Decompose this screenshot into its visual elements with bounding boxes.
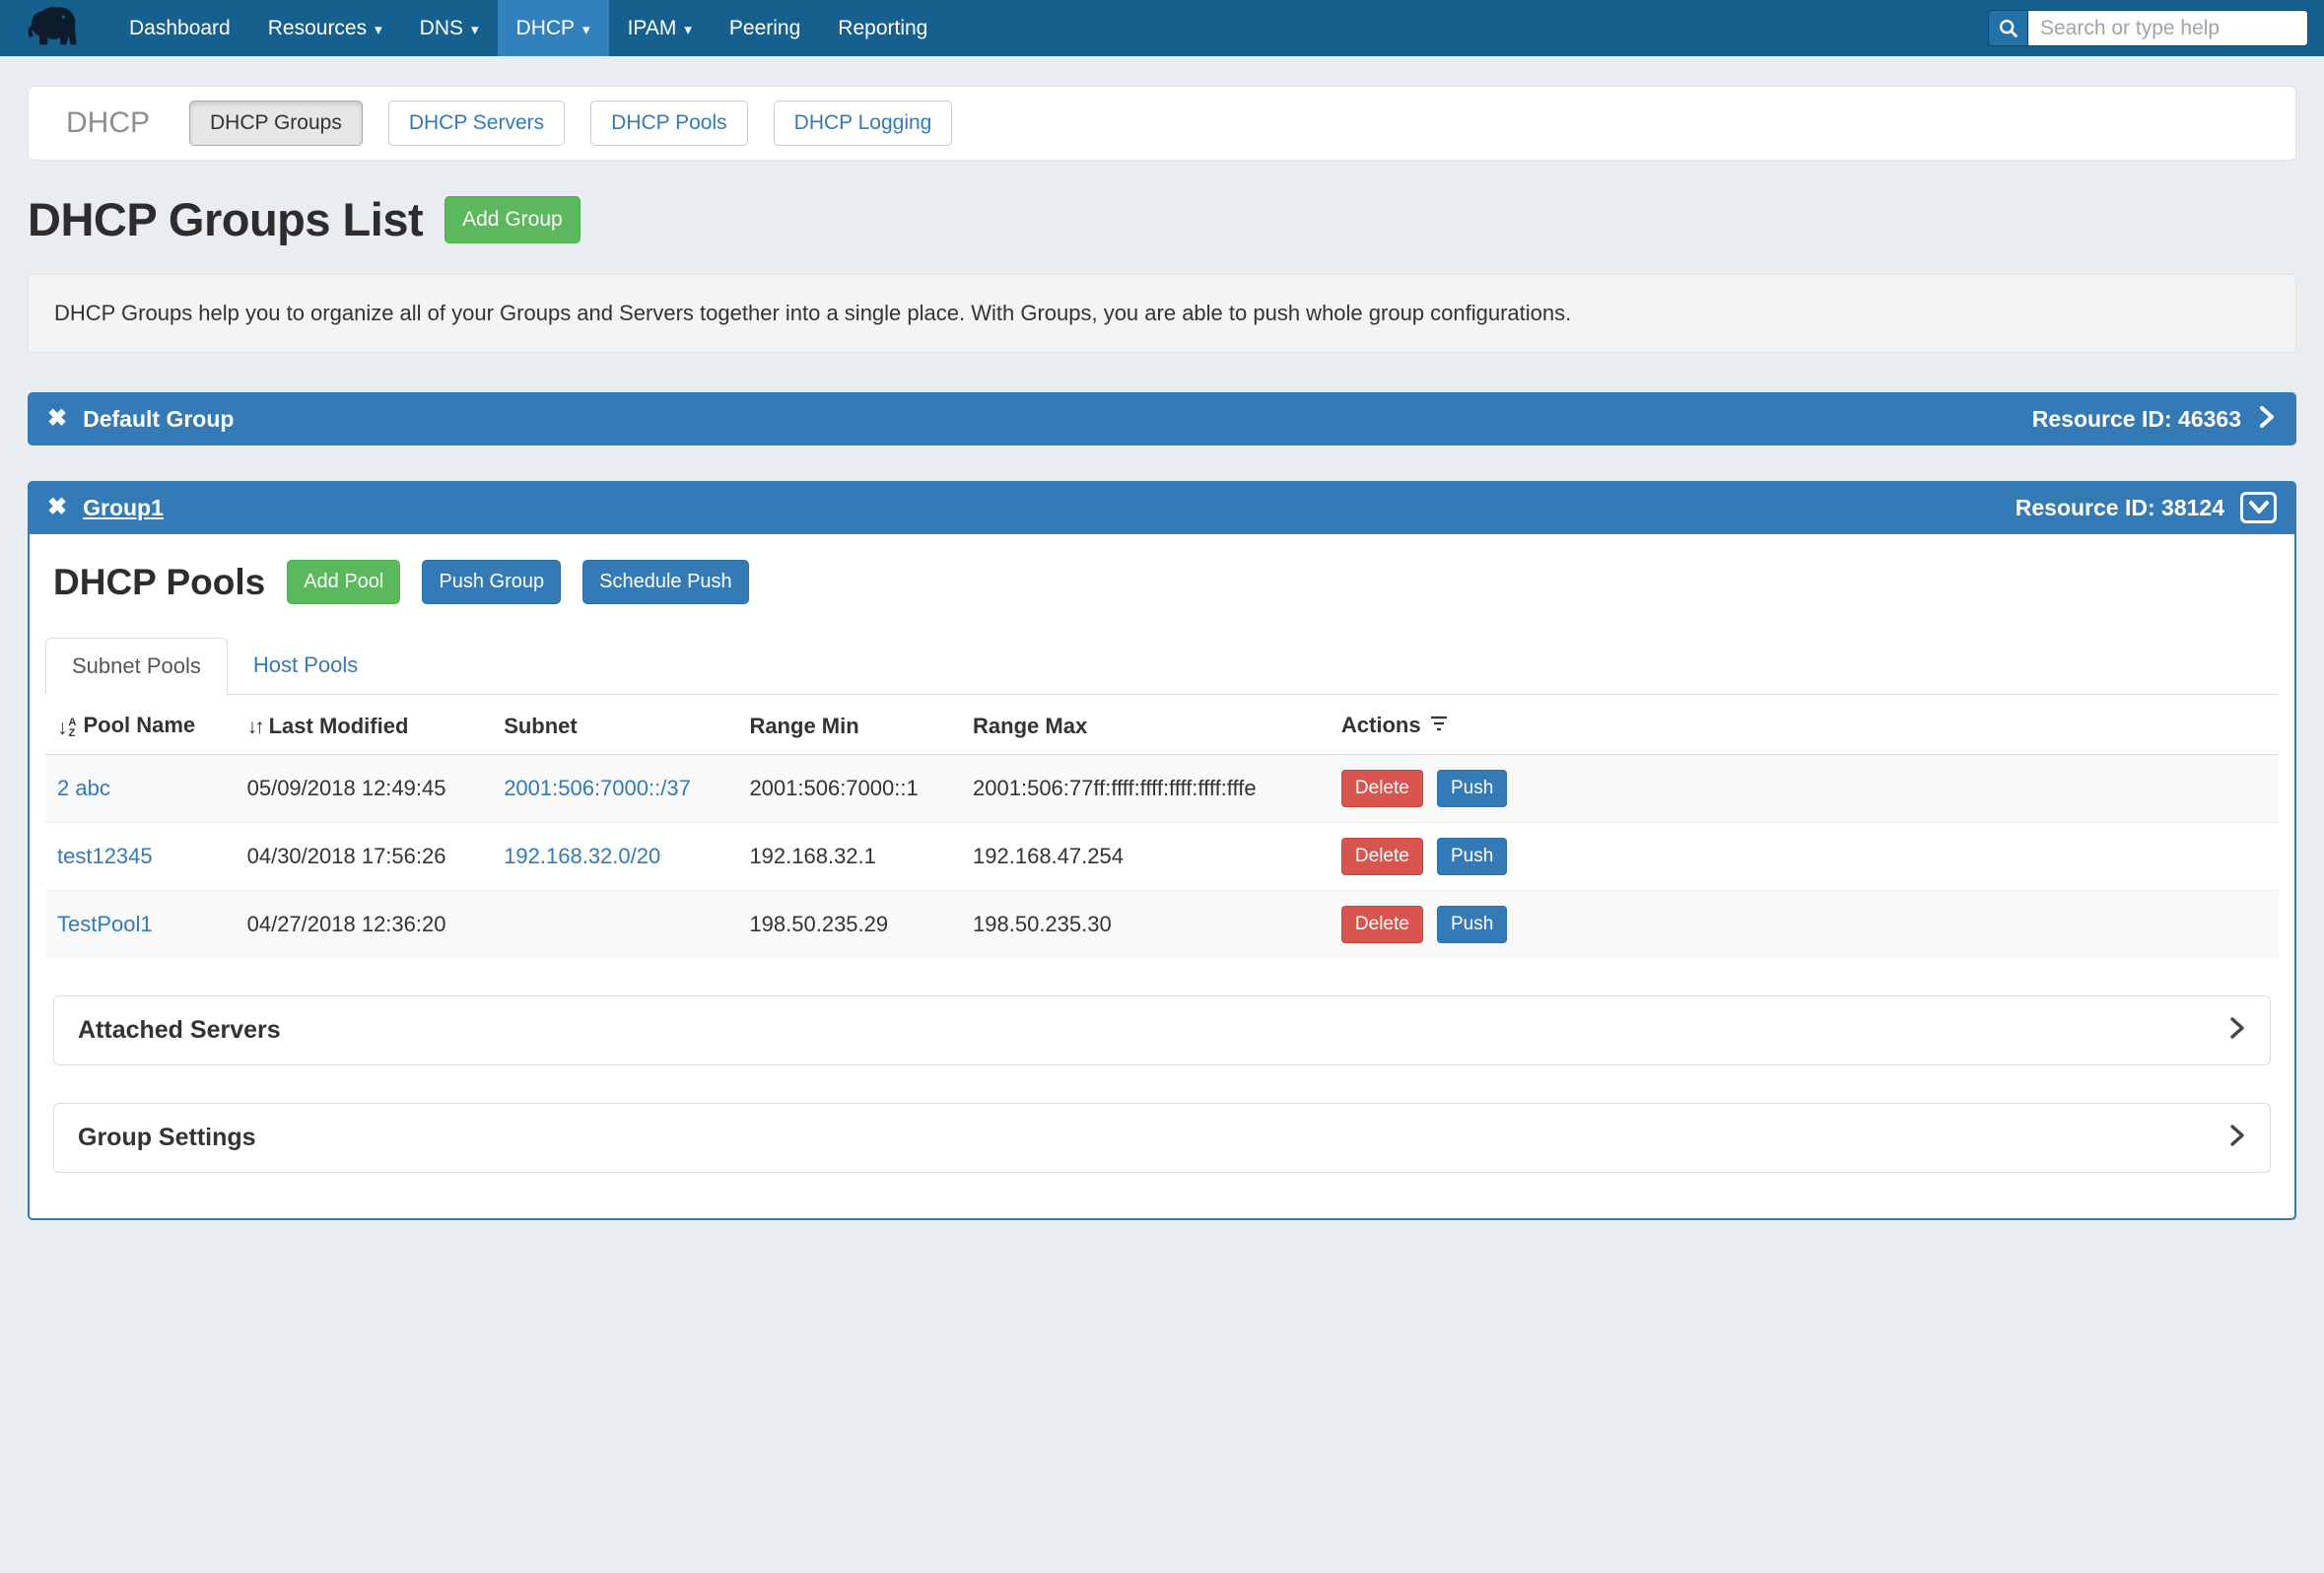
table-row: TestPool1 04/27/2018 12:36:20 198.50.235… [45, 891, 2279, 959]
navbar-spacer [946, 0, 1988, 56]
chevron-right-icon [2228, 1015, 2246, 1046]
page-title: DHCP Groups List [28, 192, 423, 246]
chevron-down-icon: ▾ [582, 21, 590, 38]
subnet-link[interactable]: 192.168.32.0/20 [504, 844, 660, 868]
col-header-last-modified[interactable]: ↓↑Last Modified [236, 695, 493, 755]
last-modified-cell: 04/30/2018 17:56:26 [236, 823, 493, 891]
sort-icon: ↓↑ [247, 716, 262, 738]
range-max-cell: 192.168.47.254 [961, 823, 1330, 891]
subnet-pools-table: ↓AZPool Name ↓↑Last Modified Subnet Rang… [45, 695, 2279, 958]
delete-button[interactable]: Delete [1341, 838, 1423, 875]
dhcp-logging-button[interactable]: DHCP Logging [774, 101, 953, 146]
push-button[interactable]: Push [1437, 838, 1507, 875]
push-group-button[interactable]: Push Group [422, 560, 561, 604]
group-name: Default Group [83, 406, 234, 433]
col-header-pool-name[interactable]: ↓AZPool Name [45, 695, 236, 755]
pool-name-link[interactable]: 2 abc [57, 776, 110, 800]
nav-item-dashboard[interactable]: Dashboard [110, 0, 249, 56]
col-header-range-min[interactable]: Range Min [737, 695, 961, 755]
table-row: 2 abc 05/09/2018 12:49:45 2001:506:7000:… [45, 755, 2279, 823]
nav-item-ipam[interactable]: IPAM ▾ [609, 0, 711, 56]
resource-id-label: Resource ID: 38124 [2016, 495, 2224, 521]
delete-button[interactable]: Delete [1341, 770, 1423, 807]
schedule-push-button[interactable]: Schedule Push [582, 560, 749, 604]
page-description: DHCP Groups help you to organize all of … [28, 274, 2296, 353]
filter-icon[interactable] [1429, 715, 1449, 739]
table-row: test12345 04/30/2018 17:56:26 192.168.32… [45, 823, 2279, 891]
chevron-down-icon [2248, 500, 2270, 515]
close-icon[interactable]: ✖ [47, 496, 67, 519]
pool-tabs: Subnet Pools Host Pools [45, 638, 2279, 695]
dhcp-groups-button[interactable]: DHCP Groups [189, 101, 363, 146]
dhcp-pools-heading: DHCP Pools [53, 562, 265, 603]
collapse-toggle[interactable] [2240, 492, 2277, 523]
nav-item-reporting[interactable]: Reporting [819, 0, 946, 56]
section-title: DHCP [66, 106, 150, 140]
range-max-cell: 198.50.235.30 [961, 891, 1330, 959]
range-max-cell: 2001:506:77ff:ffff:ffff:ffff:ffff:fffe [961, 755, 1330, 823]
dhcp-pools-button[interactable]: DHCP Pools [590, 101, 748, 146]
mammoth-logo-icon [26, 5, 81, 51]
delete-button[interactable]: Delete [1341, 906, 1423, 943]
attached-servers-panel[interactable]: Attached Servers [53, 995, 2271, 1065]
dhcp-section-nav: DHCP DHCP Groups DHCP Servers DHCP Pools… [28, 86, 2296, 161]
range-min-cell: 198.50.235.29 [737, 891, 961, 959]
close-icon[interactable]: ✖ [47, 407, 67, 431]
chevron-down-icon: ▾ [375, 21, 382, 38]
attached-servers-label: Attached Servers [78, 1016, 281, 1045]
subnet-link[interactable]: 2001:506:7000::/37 [504, 776, 691, 800]
brand-logo[interactable] [18, 0, 89, 56]
dhcp-servers-button[interactable]: DHCP Servers [388, 101, 565, 146]
last-modified-cell: 04/27/2018 12:36:20 [236, 891, 493, 959]
nav-item-peering[interactable]: Peering [711, 0, 819, 56]
group-settings-label: Group Settings [78, 1124, 256, 1152]
range-min-cell: 2001:506:7000::1 [737, 755, 961, 823]
push-button[interactable]: Push [1437, 770, 1507, 807]
global-search [1988, 10, 2308, 46]
chevron-down-icon: ▾ [684, 21, 692, 38]
col-header-subnet[interactable]: Subnet [492, 695, 737, 755]
dhcp-pools-heading-row: DHCP Pools Add Pool Push Group Schedule … [45, 560, 2279, 604]
push-button[interactable]: Push [1437, 906, 1507, 943]
chevron-right-icon [2228, 1123, 2246, 1153]
group1-panel-body: DHCP Pools Add Pool Push Group Schedule … [28, 534, 2296, 1220]
nav-item-dns[interactable]: DNS ▾ [401, 0, 498, 56]
top-navbar: Dashboard Resources ▾ DNS ▾ DHCP ▾ IPAM … [0, 0, 2324, 56]
group-name-link[interactable]: Group1 [83, 495, 164, 521]
group-header-group1[interactable]: ✖ Group1 Resource ID: 38124 [28, 481, 2296, 534]
tab-host-pools[interactable]: Host Pools [228, 638, 383, 695]
col-header-actions[interactable]: Actions [1330, 695, 2279, 755]
search-input[interactable] [2027, 10, 2308, 46]
group-header-default-group[interactable]: ✖ Default Group Resource ID: 46363 [28, 392, 2296, 445]
pool-name-link[interactable]: TestPool1 [57, 912, 153, 936]
tab-subnet-pools[interactable]: Subnet Pools [45, 638, 228, 695]
range-min-cell: 192.168.32.1 [737, 823, 961, 891]
page-title-row: DHCP Groups List Add Group [28, 192, 2296, 246]
resource-id-label: Resource ID: 46363 [2032, 406, 2241, 433]
search-icon[interactable] [1988, 10, 2027, 46]
sort-alpha-icon: ↓AZ [57, 717, 76, 740]
table-header-row: ↓AZPool Name ↓↑Last Modified Subnet Rang… [45, 695, 2279, 755]
last-modified-cell: 05/09/2018 12:49:45 [236, 755, 493, 823]
chevron-right-icon[interactable] [2257, 403, 2277, 436]
col-header-range-max[interactable]: Range Max [961, 695, 1330, 755]
pool-name-link[interactable]: test12345 [57, 844, 153, 868]
nav-item-resources[interactable]: Resources ▾ [249, 0, 401, 56]
nav-item-dhcp[interactable]: DHCP ▾ [498, 0, 609, 56]
add-pool-button[interactable]: Add Pool [287, 560, 400, 604]
add-group-button[interactable]: Add Group [444, 196, 581, 243]
chevron-down-icon: ▾ [471, 21, 479, 38]
group-settings-panel[interactable]: Group Settings [53, 1103, 2271, 1173]
